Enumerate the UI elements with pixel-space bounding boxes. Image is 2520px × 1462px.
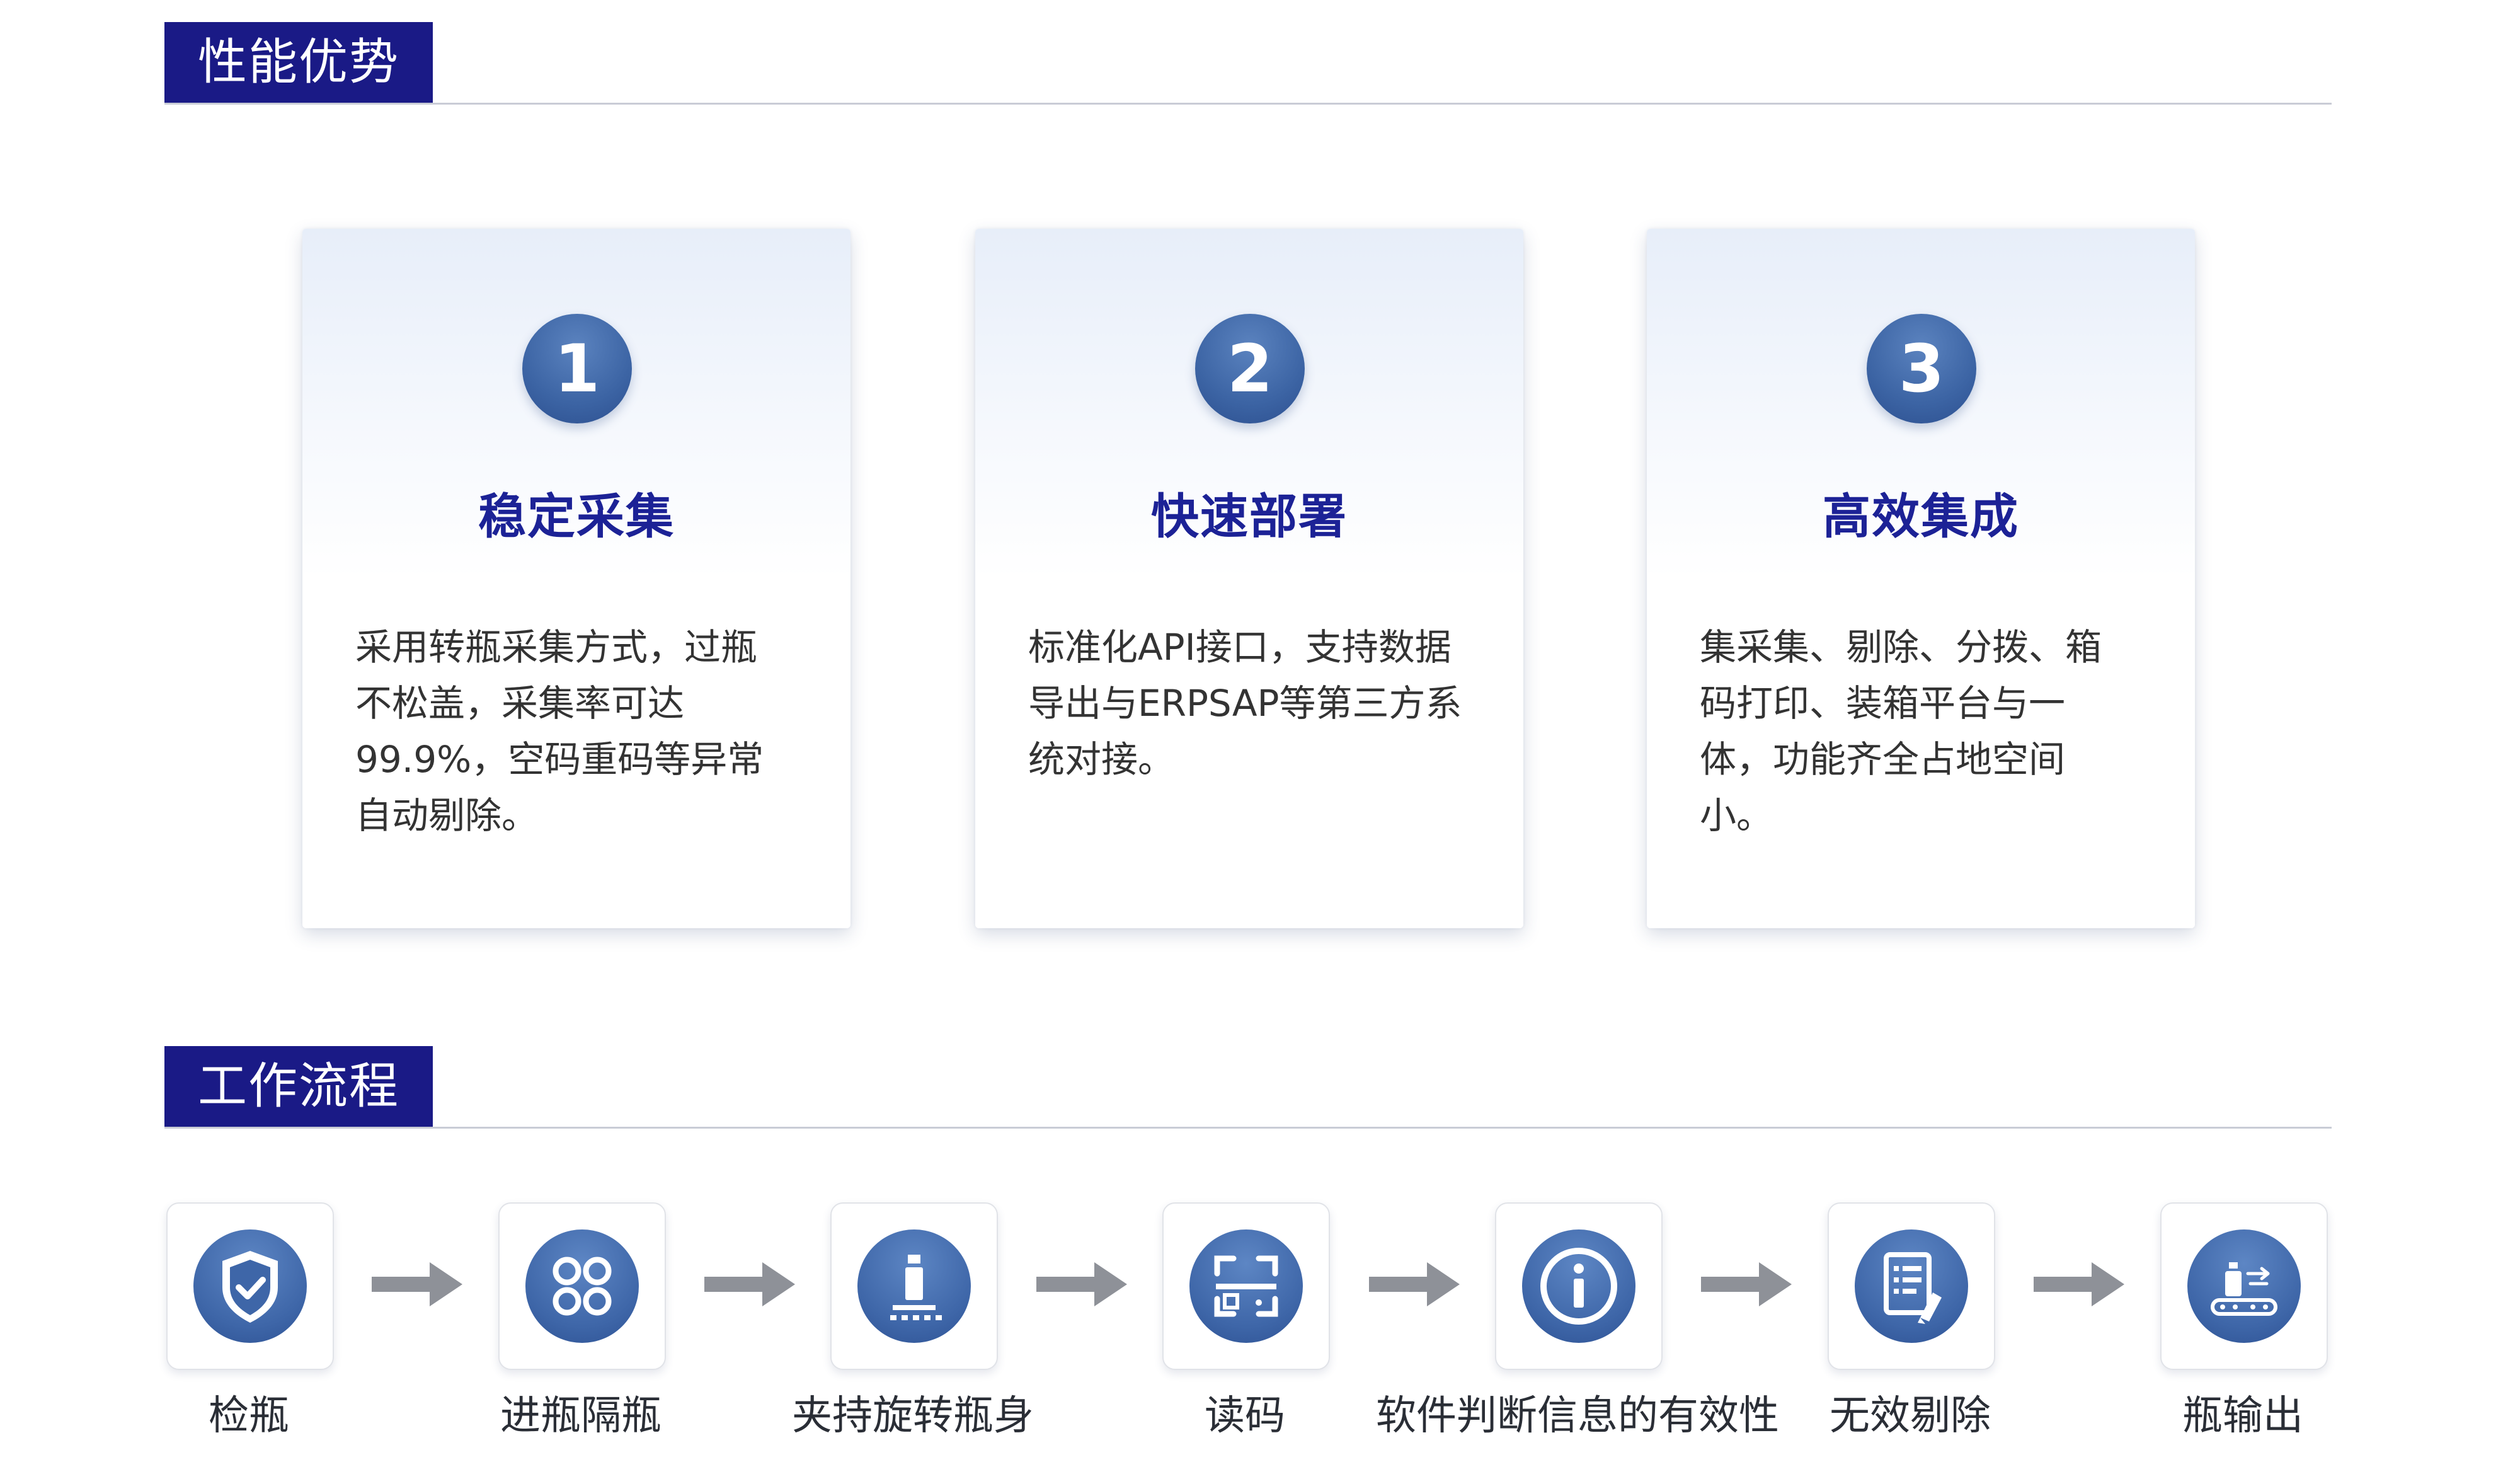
step-label: 读码: [1205, 1393, 1285, 1439]
card-description-line: 体，功能齐全占地空间: [1700, 738, 2066, 781]
bottle-clamp-icon: [890, 1255, 942, 1320]
workflow-step-validate-info: [1495, 1202, 1663, 1370]
card-description-line: 导出与ERPSAP等第三方系: [1028, 682, 1462, 725]
card-description-line: 自动剔除。: [355, 794, 539, 837]
document-remove-icon: [1884, 1252, 1942, 1324]
card-description: 集采集、剔除、分拨、箱 码打印、装箱平台与一 体，功能齐全占地空间 小。: [1700, 619, 2141, 844]
advantage-card-efficient-integration: 3 高效集成 集采集、剔除、分拨、箱 码打印、装箱平台与一 体，功能齐全占地空间…: [1647, 229, 2195, 928]
card-description-line: 标准化API接口，支持数据: [1028, 626, 1452, 669]
step-label: 检瓶: [209, 1393, 289, 1439]
card-number-badge: 2: [1195, 314, 1305, 423]
conveyor-output-icon: [2211, 1262, 2277, 1316]
step-label: 软件判断信息的有效性: [1376, 1393, 1779, 1439]
card-description-line: 集采集、剔除、分拨、箱: [1700, 626, 2102, 669]
card-title: 快速部署: [1151, 488, 1348, 544]
card-description: 标准化API接口，支持数据 导出与ERPSAP等第三方系 统对接。: [1028, 619, 1469, 788]
workflow-step-clamp-rotate: [830, 1202, 998, 1370]
advantage-card-fast-deploy: 2 快速部署 标准化API接口，支持数据 导出与ERPSAP等第三方系 统对接。: [975, 229, 1523, 928]
info-icon: [1540, 1248, 1617, 1325]
step-label: 夹持旋转瓶身: [792, 1393, 1034, 1439]
card-description-line: 不松盖，采集率可达: [355, 682, 685, 725]
card-title: 高效集成: [1823, 488, 2019, 544]
flow-arrow-icon: [1369, 1262, 1460, 1306]
section-divider: [164, 103, 2332, 105]
flow-arrow-icon: [2034, 1262, 2124, 1306]
card-description-line: 统对接。: [1028, 738, 1175, 781]
shield-check-icon: [222, 1251, 278, 1323]
card-title: 稳定采集: [478, 488, 675, 544]
flow-arrow-icon: [704, 1262, 795, 1306]
advantage-card-stable-collection: 1 稳定采集 采用转瓶采集方式，过瓶 不松盖，采集率可达 99.9%，空码重码等…: [302, 229, 850, 928]
workflow-step-inspect-bottle: [166, 1202, 334, 1370]
card-description-line: 码打印、装箱平台与一: [1700, 682, 2066, 725]
flow-arrow-icon: [1036, 1262, 1127, 1306]
workflow-step-read-code: [1162, 1202, 1330, 1370]
card-number-badge: 3: [1867, 314, 1976, 423]
card-description-line: 99.9%，空码重码等异常: [355, 738, 764, 781]
workflow-section-tag: 工作流程: [164, 1046, 433, 1127]
workflow-step-bottle-output: [2160, 1202, 2328, 1370]
scan-frame-icon: [1214, 1255, 1278, 1317]
performance-section-tag: 性能优势: [164, 22, 433, 103]
step-label: 进瓶隔瓶: [500, 1393, 662, 1439]
section-divider: [164, 1127, 2332, 1129]
card-description: 采用转瓶采集方式，过瓶 不松盖，采集率可达 99.9%，空码重码等异常 自动剔除…: [355, 619, 796, 844]
workflow-step-reject-invalid: [1828, 1202, 1995, 1370]
four-circles-icon: [553, 1257, 612, 1316]
workflow-step-feed-separate: [498, 1202, 666, 1370]
card-description-line: 小。: [1700, 794, 1773, 837]
step-label: 无效剔除: [1830, 1393, 1991, 1439]
step-label: 瓶输出: [2182, 1393, 2303, 1439]
card-number-badge: 1: [522, 314, 632, 423]
flow-arrow-icon: [372, 1262, 462, 1306]
card-description-line: 采用转瓶采集方式，过瓶: [355, 626, 758, 669]
flow-arrow-icon: [1701, 1262, 1792, 1306]
